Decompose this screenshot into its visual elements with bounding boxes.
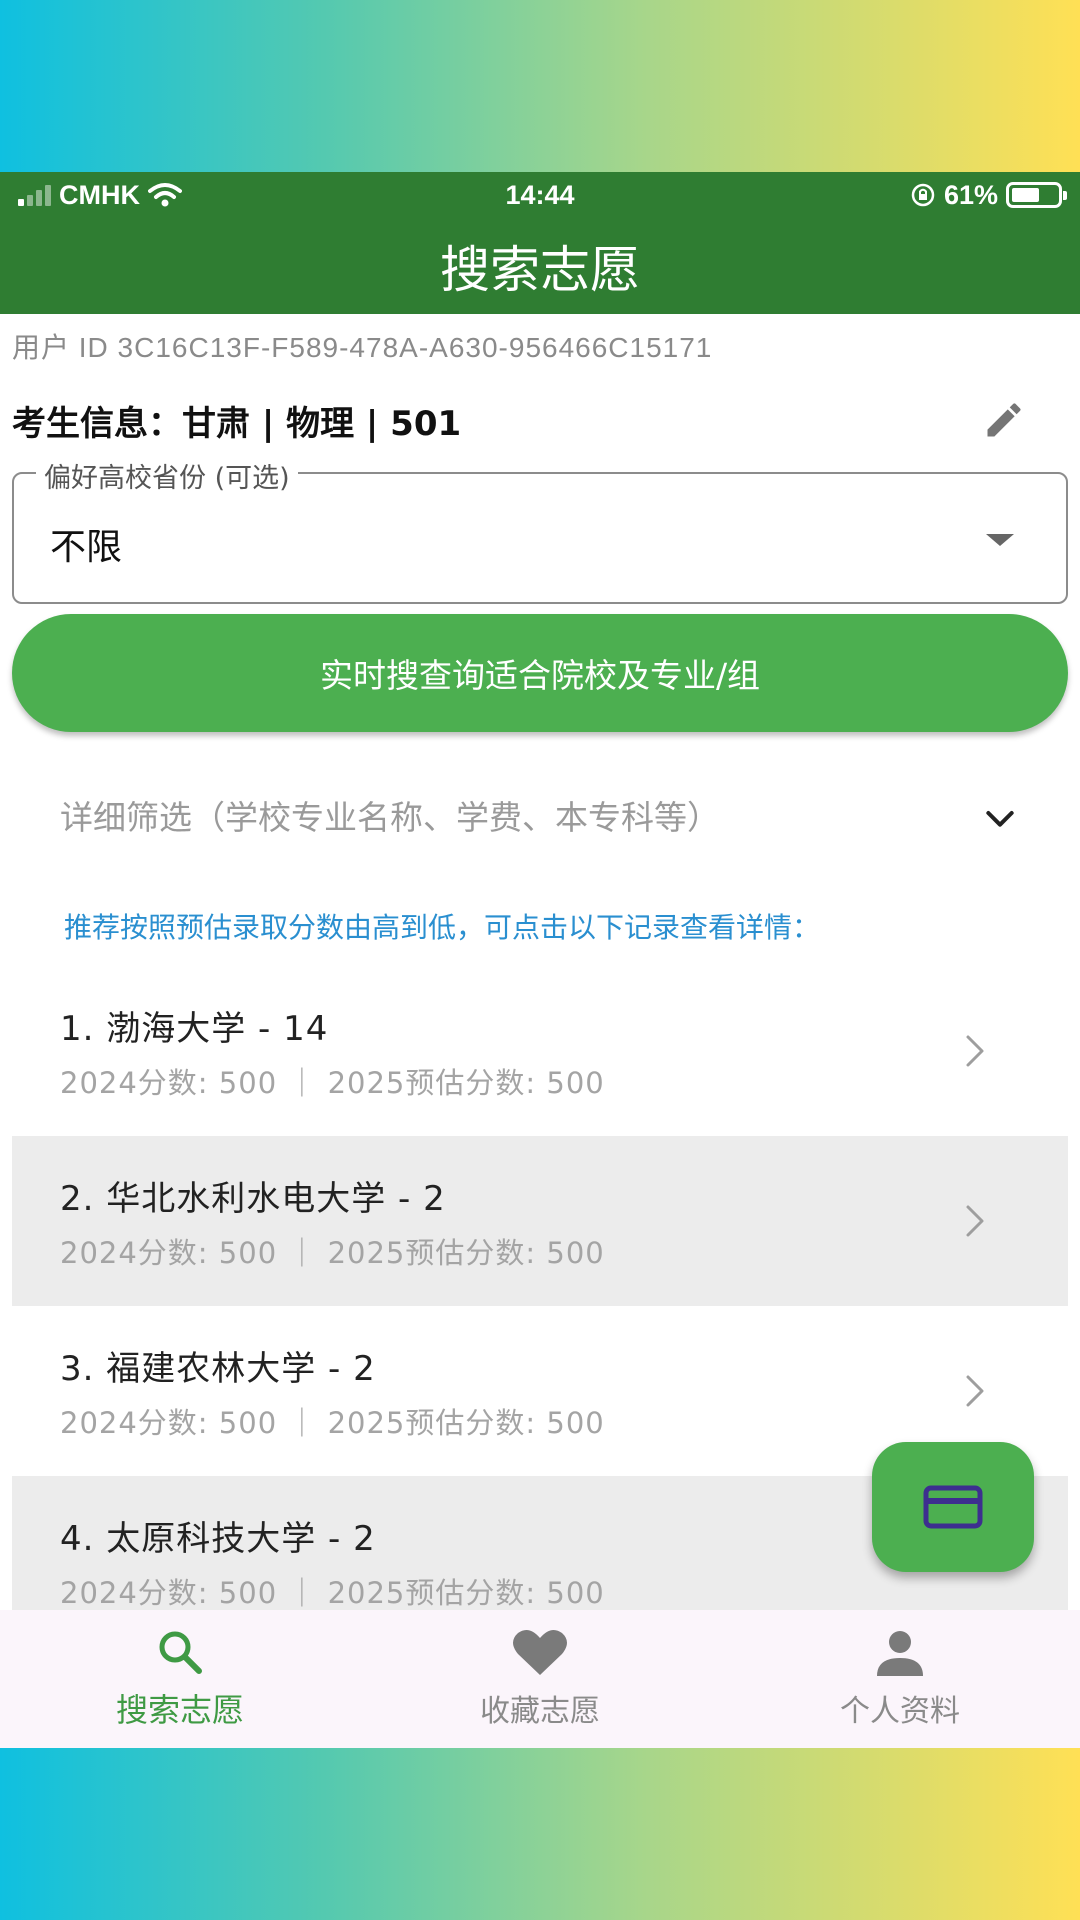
caret-down-icon	[986, 534, 1014, 546]
list-item[interactable]: 1. 渤海大学 - 14 2024分数: 500 ｜ 2025预估分数: 500	[12, 966, 1068, 1136]
province-select[interactable]: 偏好高校省份 (可选) 不限	[12, 456, 1068, 604]
student-info: 考生信息：甘肃 | 物理 | 501	[12, 403, 462, 444]
user-id-label: 用户 ID 3C16C13F-F589-478A-A630-956466C151…	[12, 332, 713, 363]
list-item-subtitle: 2024分数: 500 ｜ 2025预估分数: 500	[60, 1405, 605, 1440]
list-item[interactable]: 2. 华北水利水电大学 - 2 2024分数: 500 ｜ 2025预估分数: …	[12, 1136, 1068, 1306]
chevron-right-icon	[966, 1205, 984, 1237]
phone-screen: CMHK 14:44 61% 搜索志愿 用户 ID 3C16C13F-F589-…	[0, 172, 1080, 1748]
edit-button[interactable]	[974, 392, 1034, 448]
nav-favorites[interactable]: 收藏志愿	[360, 1628, 720, 1730]
province-select-label: 偏好高校省份 (可选)	[36, 456, 298, 495]
card-fab-button[interactable]	[872, 1442, 1034, 1572]
nav-favorites-label: 收藏志愿	[480, 1694, 600, 1729]
app-header: CMHK 14:44 61% 搜索志愿	[0, 172, 1080, 314]
carrier-label: CMHK	[59, 179, 140, 210]
list-item-subtitle: 2024分数: 500 ｜ 2025预估分数: 500	[60, 1065, 605, 1100]
nav-profile-label: 个人资料	[840, 1694, 960, 1729]
province-select-value: 不限	[50, 527, 123, 568]
page-title: 搜索志愿	[440, 241, 640, 299]
nav-profile[interactable]: 个人资料	[720, 1628, 1080, 1730]
rotation-lock-icon	[911, 183, 935, 207]
status-bar: CMHK 14:44 61%	[0, 172, 1080, 218]
person-icon	[877, 1631, 923, 1676]
signal-icon	[18, 184, 51, 206]
list-item-title: 1. 渤海大学 - 14	[60, 1008, 329, 1049]
list-item-subtitle: 2024分数: 500 ｜ 2025预估分数: 500	[60, 1575, 605, 1610]
chevron-right-icon	[966, 1035, 984, 1067]
battery-icon	[1006, 182, 1067, 208]
recommend-hint: 推荐按照预估录取分数由高到低，可点击以下记录查看详情：	[64, 911, 821, 944]
list-item-title: 2. 华北水利水电大学 - 2	[60, 1178, 446, 1219]
pencil-icon	[987, 403, 1021, 437]
heart-icon	[513, 1629, 567, 1675]
detail-filter-toggle[interactable]: 详细筛选（学校专业名称、学费、本专科等）	[12, 732, 1068, 870]
list-item-subtitle: 2024分数: 500 ｜ 2025预估分数: 500	[60, 1235, 605, 1270]
list-item-title: 3. 福建农林大学 - 2	[60, 1348, 376, 1389]
status-time: 14:44	[505, 179, 575, 210]
nav-search[interactable]: 搜索志愿	[0, 1627, 360, 1731]
search-icon	[159, 1631, 202, 1674]
bottom-nav: 搜索志愿 收藏志愿 个人资料	[0, 1610, 1080, 1748]
list-item-title: 4. 太原科技大学 - 2	[60, 1518, 376, 1559]
detail-filter-label: 详细筛选（学校专业名称、学费、本专科等）	[60, 798, 720, 837]
wifi-icon	[148, 183, 182, 207]
battery-percent: 61%	[943, 179, 998, 210]
chevron-right-icon	[966, 1375, 984, 1407]
student-info-row: 考生信息：甘肃 | 物理 | 501	[12, 392, 1068, 448]
search-button[interactable]: 实时搜查询适合院校及专业/组	[12, 614, 1068, 732]
nav-search-label: 搜索志愿	[115, 1691, 244, 1729]
credit-card-icon	[923, 1485, 983, 1529]
chevron-down-icon	[986, 811, 1014, 827]
